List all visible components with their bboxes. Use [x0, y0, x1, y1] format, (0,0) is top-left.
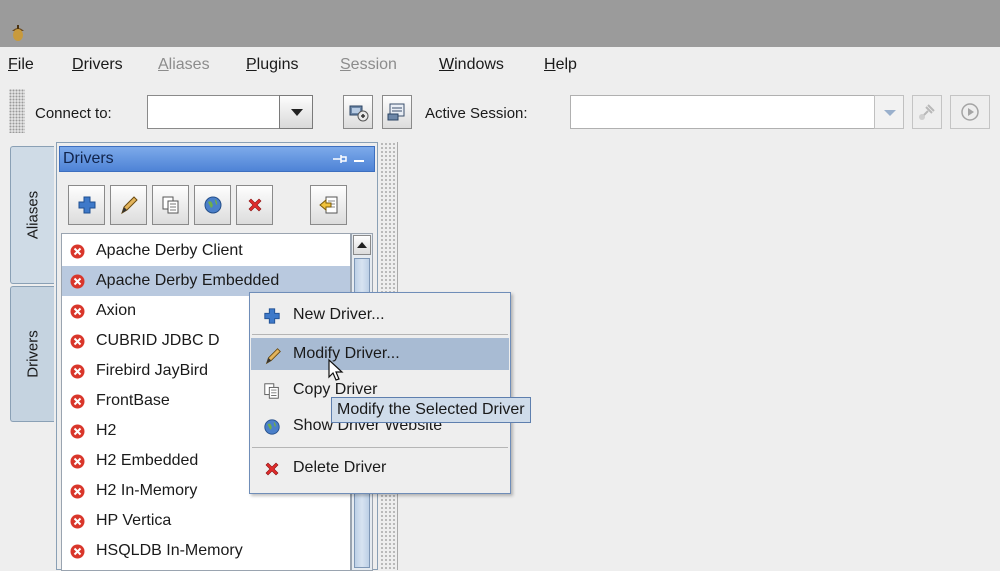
ctx-new-driver-label: New Driver...	[293, 306, 385, 323]
driver-item-label: HSQLDB In-Memory	[96, 542, 243, 559]
driver-item[interactable]: Apache Derby Client	[62, 236, 350, 266]
install-default-drivers-button[interactable]	[310, 185, 347, 225]
driver-item[interactable]: HSQLDB In-Memory	[62, 536, 350, 566]
error-icon	[70, 394, 85, 409]
scroll-up-button[interactable]	[353, 235, 371, 255]
chevron-down-icon	[291, 109, 303, 116]
pin-icon[interactable]	[332, 153, 348, 165]
menu-separator	[252, 447, 508, 448]
chevron-up-icon	[357, 242, 367, 248]
active-session-combo[interactable]	[570, 95, 904, 129]
session-icon	[387, 103, 405, 121]
show-website-button[interactable]	[194, 185, 231, 225]
globe-icon	[204, 196, 221, 214]
error-icon	[70, 454, 85, 469]
minimize-icon[interactable]	[354, 160, 364, 162]
ctx-modify-driver[interactable]: Modify Driver...	[251, 338, 509, 370]
driver-context-menu: New Driver... Modify Driver... Copy Driv…	[249, 292, 511, 494]
connect-to-label: Connect to:	[35, 105, 112, 122]
error-icon	[70, 304, 85, 319]
acorn-icon	[12, 25, 24, 41]
active-session-dropdown-button[interactable]	[874, 95, 904, 129]
connect-icon	[349, 105, 369, 122]
connect-to-dropdown-button[interactable]	[279, 95, 313, 129]
play-icon	[961, 103, 979, 121]
copy-icon	[264, 383, 279, 399]
ctx-delete-driver-label: Delete Driver	[293, 459, 387, 476]
toolbar: Connect to: Active Session:	[0, 81, 1000, 139]
tab-drivers[interactable]: Drivers	[10, 286, 54, 422]
error-icon	[70, 484, 85, 499]
drivers-panel-title: Drivers	[63, 150, 114, 167]
mouse-cursor-icon	[328, 358, 344, 381]
error-icon	[70, 274, 85, 289]
session-window-button[interactable]	[382, 95, 412, 129]
error-icon	[70, 364, 85, 379]
delete-driver-button[interactable]	[236, 185, 273, 225]
pencil-icon	[120, 196, 138, 215]
error-icon	[70, 424, 85, 439]
add-driver-button[interactable]	[68, 185, 105, 225]
add-icon	[78, 196, 95, 214]
menu-windows[interactable]: Windows	[439, 56, 504, 74]
tab-aliases[interactable]: Aliases	[10, 146, 54, 284]
active-session-label: Active Session:	[425, 105, 528, 122]
globe-icon	[264, 419, 280, 435]
pencil-icon	[265, 348, 281, 365]
tooltip: Modify the Selected Driver	[331, 397, 531, 423]
menu-help[interactable]: Help	[544, 56, 577, 74]
plug-icon	[919, 104, 935, 120]
delete-icon	[265, 462, 279, 476]
toolbar-grip[interactable]	[9, 89, 25, 133]
menu-file[interactable]: File	[8, 56, 34, 74]
chevron-down-icon	[884, 110, 896, 116]
modify-driver-button[interactable]	[110, 185, 147, 225]
copy-icon	[162, 196, 178, 214]
menu-bar: File Drivers Aliases Plugins Session Win…	[0, 47, 1000, 81]
driver-item-label: CUBRID JDBC D	[96, 332, 220, 349]
driver-item-label: Apache Derby Client	[96, 242, 243, 259]
menu-aliases[interactable]: Aliases	[158, 56, 210, 74]
error-icon	[70, 334, 85, 349]
driver-item-label: Axion	[96, 302, 137, 319]
ctx-delete-driver[interactable]: Delete Driver	[251, 452, 509, 484]
drivers-panel-header: Drivers	[59, 146, 375, 172]
disconnect-button[interactable]	[912, 95, 942, 129]
menu-separator	[252, 334, 508, 335]
error-icon	[70, 514, 85, 529]
connect-to-combo[interactable]	[147, 95, 313, 129]
driver-item-label: H2 In-Memory	[96, 482, 198, 499]
ctx-new-driver[interactable]: New Driver...	[251, 299, 509, 331]
delete-icon	[248, 198, 261, 212]
driver-item-label: Apache Derby Embedded	[96, 272, 280, 289]
import-icon	[318, 196, 337, 214]
new-session-button[interactable]	[343, 95, 373, 129]
tab-aliases-label: Aliases	[24, 190, 41, 240]
title-bar	[0, 0, 1000, 47]
menu-plugins[interactable]: Plugins	[246, 56, 298, 74]
error-icon	[70, 544, 85, 559]
driver-item-label: H2	[96, 422, 117, 439]
driver-item-label: HP Vertica	[96, 512, 172, 529]
driver-item-label: H2 Embedded	[96, 452, 199, 469]
driver-item-label: Firebird JayBird	[96, 362, 209, 379]
menu-drivers[interactable]: Drivers	[72, 56, 123, 74]
error-icon	[70, 244, 85, 259]
tab-drivers-label: Drivers	[24, 330, 41, 378]
add-icon	[264, 308, 280, 324]
driver-item[interactable]: HP Vertica	[62, 506, 350, 536]
copy-driver-button[interactable]	[152, 185, 189, 225]
run-button[interactable]	[950, 95, 990, 129]
menu-session[interactable]: Session	[340, 56, 397, 74]
driver-item-label: FrontBase	[96, 392, 170, 409]
